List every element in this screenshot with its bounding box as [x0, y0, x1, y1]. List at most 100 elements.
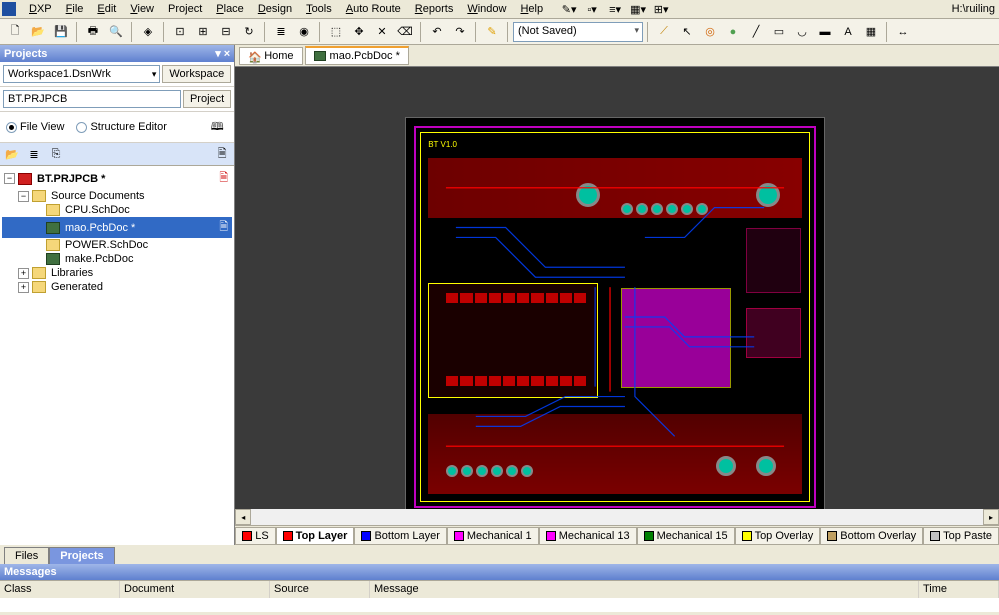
tab-mao-pcbdoc[interactable]: mao.PcbDoc *: [305, 46, 409, 65]
deselect-icon[interactable]: ✕: [371, 21, 393, 43]
tree-root[interactable]: −BT.PRJPCB * 🗎: [2, 168, 232, 189]
clear-icon[interactable]: ⌫: [394, 21, 416, 43]
menu-view[interactable]: View: [123, 1, 161, 17]
layer-tab-bottom-layer[interactable]: Bottom Layer: [354, 527, 446, 545]
messages-body[interactable]: [0, 598, 999, 612]
layer-tab-label: Mechanical 15: [657, 530, 728, 542]
select-icon[interactable]: ⬚: [325, 21, 347, 43]
layer-tab-top-paste[interactable]: Top Paste: [923, 527, 999, 545]
main-toolbar: 🗋 📂 💾 🖶 🔍 ◈ ⊡ ⊞ ⊟ ↻ ≣ ◉ ⬚ ✥ ✕ ⌫ ↶ ↷ ✎ (N…: [0, 19, 999, 45]
undo-icon[interactable]: ↶: [426, 21, 448, 43]
project-button[interactable]: Project: [183, 90, 231, 108]
tree-item-cpu-sch[interactable]: CPU.SchDoc: [2, 203, 232, 217]
filter-dropdown-icon[interactable]: ✎▾: [558, 0, 580, 20]
text-icon[interactable]: A: [837, 21, 859, 43]
via-icon[interactable]: ◎: [699, 21, 721, 43]
tree-generated[interactable]: +Generated: [2, 280, 232, 294]
print-icon[interactable]: 🖶: [82, 21, 104, 43]
tree-toolbar: 📂 ≣ ⎘ 🗎: [0, 143, 234, 166]
tree-item-power-sch[interactable]: POWER.SchDoc: [2, 238, 232, 252]
tree-list-icon[interactable]: ≣: [24, 145, 44, 163]
new-file-icon[interactable]: 🗋: [4, 21, 26, 43]
btab-projects[interactable]: Projects: [49, 547, 114, 564]
layer-tab-mechanical-13[interactable]: Mechanical 13: [539, 527, 637, 545]
layer-tab-top-overlay[interactable]: Top Overlay: [735, 527, 821, 545]
col-time[interactable]: Time: [919, 581, 999, 598]
menu-dxp[interactable]: DXP: [22, 1, 59, 17]
panel-settings-icon[interactable]: 🕮: [206, 116, 228, 138]
tree-doc-icon[interactable]: 🗎: [212, 145, 232, 163]
menu-tools[interactable]: Tools: [299, 1, 339, 17]
redo-icon[interactable]: ↷: [449, 21, 471, 43]
3d-icon[interactable]: ◉: [293, 21, 315, 43]
highlight-icon[interactable]: ✎: [481, 21, 503, 43]
tree-item-mao-pcb[interactable]: mao.PcbDoc * 🗎: [2, 217, 232, 238]
scroll-left-icon[interactable]: ◂: [235, 509, 251, 525]
grid-dropdown-icon[interactable]: ▦▾: [627, 0, 649, 20]
workspace-combo[interactable]: Workspace1.DsnWrk: [3, 65, 160, 83]
preview-icon[interactable]: 🔍: [105, 21, 127, 43]
col-document[interactable]: Document: [120, 581, 270, 598]
open-file-icon[interactable]: 📂: [27, 21, 49, 43]
menu-autoroute[interactable]: Auto Route: [339, 1, 408, 17]
pcb-canvas[interactable]: BT V1.0: [235, 67, 999, 509]
move-icon[interactable]: ✥: [348, 21, 370, 43]
tab-home[interactable]: 🏠 Home: [239, 47, 302, 65]
pad-icon[interactable]: ●: [722, 21, 744, 43]
menu-place[interactable]: Place: [209, 1, 251, 17]
tree-source-docs[interactable]: −Source Documents: [2, 189, 232, 203]
fill-icon[interactable]: ▬: [814, 21, 836, 43]
col-source[interactable]: Source: [270, 581, 370, 598]
tree-libraries[interactable]: +Libraries: [2, 266, 232, 280]
project-tree[interactable]: −BT.PRJPCB * 🗎 −Source Documents CPU.Sch…: [0, 166, 234, 545]
menu-file[interactable]: File: [59, 1, 91, 17]
file-path-label: H:\ruiling: [952, 3, 999, 15]
layers-icon[interactable]: ≣: [270, 21, 292, 43]
tree-open-doc-icon: 🗎: [219, 218, 232, 237]
zoom-fit-icon[interactable]: ⊡: [169, 21, 191, 43]
refresh-icon[interactable]: ↻: [238, 21, 260, 43]
arc-icon[interactable]: ◡: [791, 21, 813, 43]
menu-edit[interactable]: Edit: [90, 1, 123, 17]
workspace-button[interactable]: Workspace: [162, 65, 231, 83]
col-class[interactable]: Class: [0, 581, 120, 598]
menu-help[interactable]: Help: [513, 1, 550, 17]
menu-reports[interactable]: Reports: [408, 1, 461, 17]
app-logo-icon: [2, 2, 16, 16]
horizontal-scrollbar[interactable]: ◂ ▸: [235, 509, 999, 525]
save-icon[interactable]: 💾: [50, 21, 72, 43]
layer-swatch-icon: [827, 531, 837, 541]
snap-dropdown-icon[interactable]: ▫▾: [581, 0, 603, 20]
polygon-icon[interactable]: ▭: [768, 21, 790, 43]
col-message[interactable]: Message: [370, 581, 919, 598]
menu-window[interactable]: Window: [460, 1, 513, 17]
project-name-field[interactable]: BT.PRJPCB: [3, 90, 181, 108]
line-icon[interactable]: ╱: [745, 21, 767, 43]
filter-combo[interactable]: (Not Saved): [513, 22, 643, 42]
btab-files[interactable]: Files: [4, 547, 49, 564]
menu-design[interactable]: Design: [251, 1, 299, 17]
layer-tab-top-layer[interactable]: Top Layer: [276, 527, 355, 545]
panel-menu-icon[interactable]: ▾ ×: [215, 47, 230, 60]
zoom-select-icon[interactable]: ⊟: [215, 21, 237, 43]
tree-item-make-pcb[interactable]: make.PcbDoc: [2, 252, 232, 266]
structure-editor-radio[interactable]: Structure Editor: [76, 121, 166, 133]
route-icon[interactable]: ⟋: [653, 21, 675, 43]
layer-tab-bottom-overlay[interactable]: Bottom Overlay: [820, 527, 923, 545]
tree-open-icon[interactable]: 📂: [2, 145, 22, 163]
layer-tab-ls[interactable]: LS: [235, 527, 275, 545]
layer-tab-mechanical-15[interactable]: Mechanical 15: [637, 527, 735, 545]
compile-icon[interactable]: ◈: [137, 21, 159, 43]
layer-dropdown-icon[interactable]: ≡▾: [604, 0, 626, 20]
dimension-icon[interactable]: ↔: [892, 21, 914, 43]
scroll-right-icon[interactable]: ▸: [983, 509, 999, 525]
zoom-area-icon[interactable]: ⊞: [192, 21, 214, 43]
cursor-icon[interactable]: ↖: [676, 21, 698, 43]
menu-project[interactable]: Project: [161, 1, 209, 17]
component-icon[interactable]: ▦: [860, 21, 882, 43]
view-dropdown-icon[interactable]: ⊞▾: [650, 0, 672, 20]
tree-diff-icon[interactable]: ⎘: [46, 145, 66, 163]
file-view-radio[interactable]: File View: [6, 121, 64, 133]
layer-tab-mechanical-1[interactable]: Mechanical 1: [447, 527, 539, 545]
pcb-board[interactable]: BT V1.0: [405, 117, 825, 509]
